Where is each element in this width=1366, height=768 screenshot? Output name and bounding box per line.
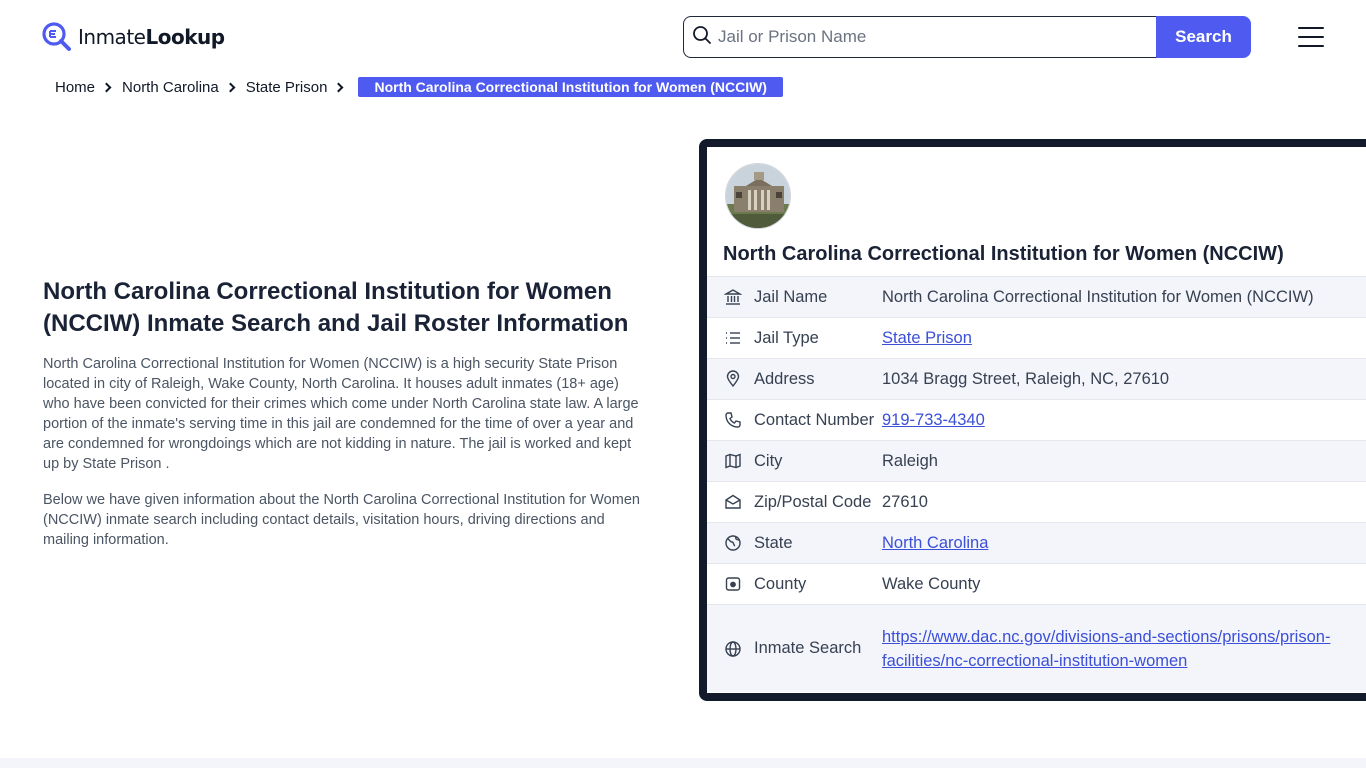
logo-text-bold: Lookup <box>145 25 225 49</box>
breadcrumb-current: North Carolina Correctional Institution … <box>358 77 783 97</box>
detail-label: Contact Number <box>754 410 875 429</box>
inmate-search-link[interactable]: https://www.dac.nc.gov/divisions-and-sec… <box>882 628 1330 670</box>
detail-row-address: Address 1034 Bragg Street, Raleigh, NC, … <box>707 358 1366 399</box>
detail-row-jail-type: Jail Type State Prison <box>707 317 1366 358</box>
detail-label: County <box>754 574 807 593</box>
detail-label: City <box>754 451 783 470</box>
detail-row-contact: Contact Number 919-733-4340 <box>707 399 1366 440</box>
detail-value: https://www.dac.nc.gov/divisions-and-sec… <box>882 625 1366 673</box>
chevron-right-icon <box>101 82 112 92</box>
mail-open-icon <box>707 493 754 511</box>
detail-row-jail-name: Jail Name North Carolina Correctional In… <box>707 276 1366 317</box>
search-icon <box>692 25 712 50</box>
list-icon <box>707 329 754 347</box>
breadcrumb-home[interactable]: Home <box>55 79 95 96</box>
detail-value: State Prison <box>882 326 1366 350</box>
facility-card: North Carolina Correctional Institution … <box>699 139 1366 701</box>
logo-text: InmateLookup <box>78 25 225 49</box>
search-button[interactable]: Search <box>1156 16 1251 58</box>
map-icon <box>707 452 754 470</box>
card-title: North Carolina Correctional Institution … <box>723 243 1284 265</box>
detail-value: Wake County <box>882 575 981 593</box>
map-pin-icon <box>707 370 754 388</box>
detail-label: Jail Name <box>754 287 828 306</box>
detail-value: 919-733-4340 <box>882 408 1366 432</box>
facility-card-body: North Carolina Correctional Institution … <box>707 147 1366 693</box>
facility-photo <box>725 163 791 229</box>
search-bar: Search <box>683 16 1251 58</box>
breadcrumb: Home North Carolina State Prison North C… <box>55 76 783 98</box>
detail-label: State <box>754 533 793 552</box>
state-globe-icon <box>707 534 754 552</box>
phone-link[interactable]: 919-733-4340 <box>882 411 985 429</box>
facility-details-table: Jail Name North Carolina Correctional In… <box>707 276 1366 692</box>
detail-value: North Carolina Correctional Institution … <box>882 288 1314 306</box>
detail-label: Jail Type <box>754 328 819 347</box>
site-header: InmateLookup Search <box>0 0 1366 72</box>
search-box <box>683 16 1156 58</box>
intro-paragraph: North Carolina Correctional Institution … <box>43 356 639 472</box>
detail-value: 1034 Bragg Street, Raleigh, NC, 27610 <box>882 370 1170 388</box>
detail-label: Zip/Postal Code <box>754 492 872 511</box>
breadcrumb-jail-type[interactable]: State Prison <box>246 79 328 96</box>
breadcrumb-state[interactable]: North Carolina <box>122 79 219 96</box>
detail-value: 27610 <box>882 493 928 511</box>
bank-icon <box>707 288 754 306</box>
detail-row-county: County Wake County <box>707 563 1366 604</box>
detail-value: North Carolina <box>882 531 1366 555</box>
detail-row-inmate-search: Inmate Search https://www.dac.nc.gov/div… <box>707 604 1366 692</box>
jail-type-link[interactable]: State Prison <box>882 329 972 347</box>
detail-row-state: State North Carolina <box>707 522 1366 563</box>
globe-icon <box>707 640 754 658</box>
detail-label: Address <box>754 369 815 388</box>
search-input[interactable] <box>718 27 1138 47</box>
logo-text-regular: Inmate <box>78 25 146 49</box>
county-map-icon <box>707 575 754 593</box>
footer-strip <box>0 758 1366 768</box>
menu-icon[interactable] <box>1298 27 1324 47</box>
page-title: North Carolina Correctional Institution … <box>43 278 629 337</box>
logo-magnifier-icon <box>42 22 72 52</box>
detail-label: Inmate Search <box>754 639 862 657</box>
detail-row-zip: Zip/Postal Code 27610 <box>707 481 1366 522</box>
phone-icon <box>707 411 754 429</box>
chevron-right-icon <box>334 82 344 92</box>
detail-value: Raleigh <box>882 452 938 470</box>
detail-row-city: City Raleigh <box>707 440 1366 481</box>
info-paragraph: Below we have given information about th… <box>43 492 640 548</box>
state-link[interactable]: North Carolina <box>882 534 988 552</box>
chevron-right-icon <box>225 82 236 92</box>
site-logo[interactable]: InmateLookup <box>42 22 225 52</box>
